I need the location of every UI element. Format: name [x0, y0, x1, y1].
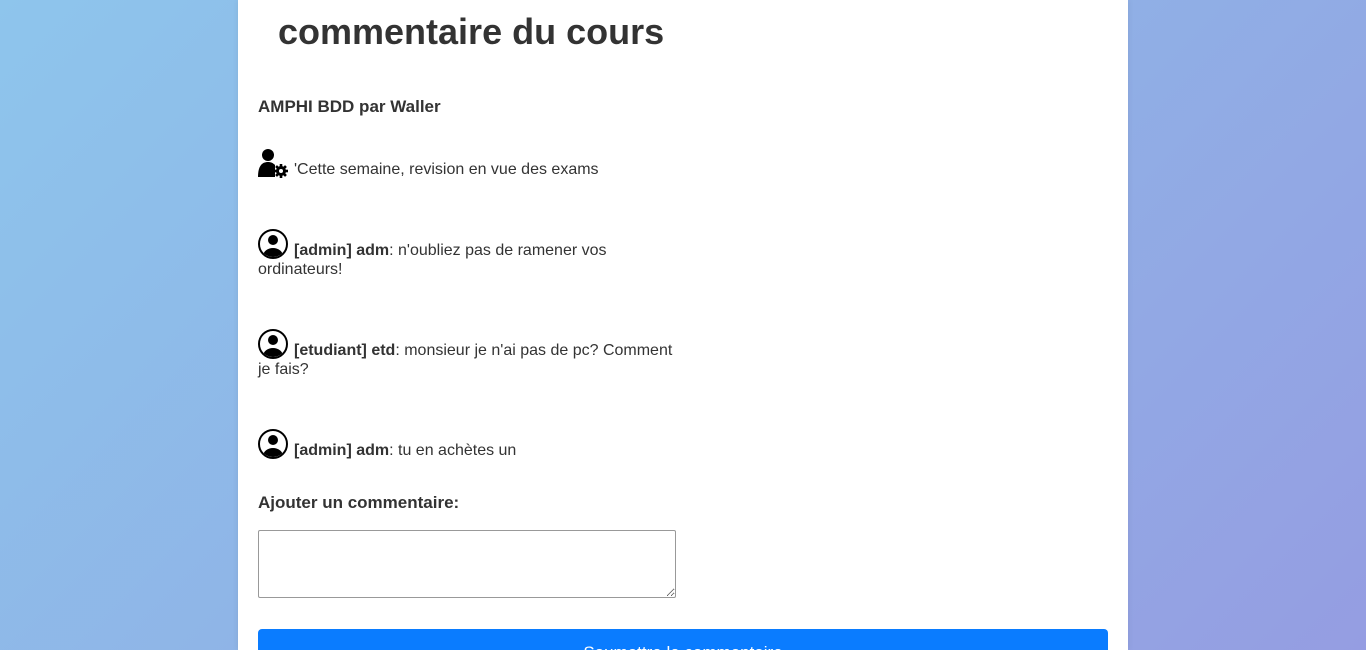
submit-comment-button[interactable]: Soumettre le commentaire	[258, 629, 1108, 650]
comment-author: [admin] adm	[294, 442, 390, 459]
comment-text: 'Cette semaine, revision en vue des exam…	[294, 161, 599, 178]
user-gear-icon	[258, 148, 288, 178]
comment-item: [admin] adm: n'oubliez pas de ramener vo…	[258, 229, 678, 279]
comment-item: 'Cette semaine, revision en vue des exam…	[258, 148, 678, 179]
user-circle-icon	[258, 429, 288, 459]
course-heading: AMPHI BDD par Waller	[258, 97, 441, 116]
user-circle-icon	[258, 229, 288, 259]
comment-author: [etudiant] etd	[294, 342, 396, 359]
comment-item: [etudiant] etd: monsieur je n'ai pas de …	[258, 329, 678, 379]
comment-author: [admin] adm	[294, 242, 390, 259]
page-title: commentaire du cours	[278, 11, 665, 52]
main-card: commentaire du cours AMPHI BDD par Walle…	[238, 0, 1128, 650]
add-comment-label: Ajouter un commentaire:	[258, 493, 460, 512]
comment-textarea[interactable]	[258, 530, 676, 598]
comment-text: : tu en achètes un	[389, 442, 517, 459]
user-circle-icon	[258, 329, 288, 359]
comment-item: [admin] adm: tu en achètes un	[258, 429, 678, 460]
